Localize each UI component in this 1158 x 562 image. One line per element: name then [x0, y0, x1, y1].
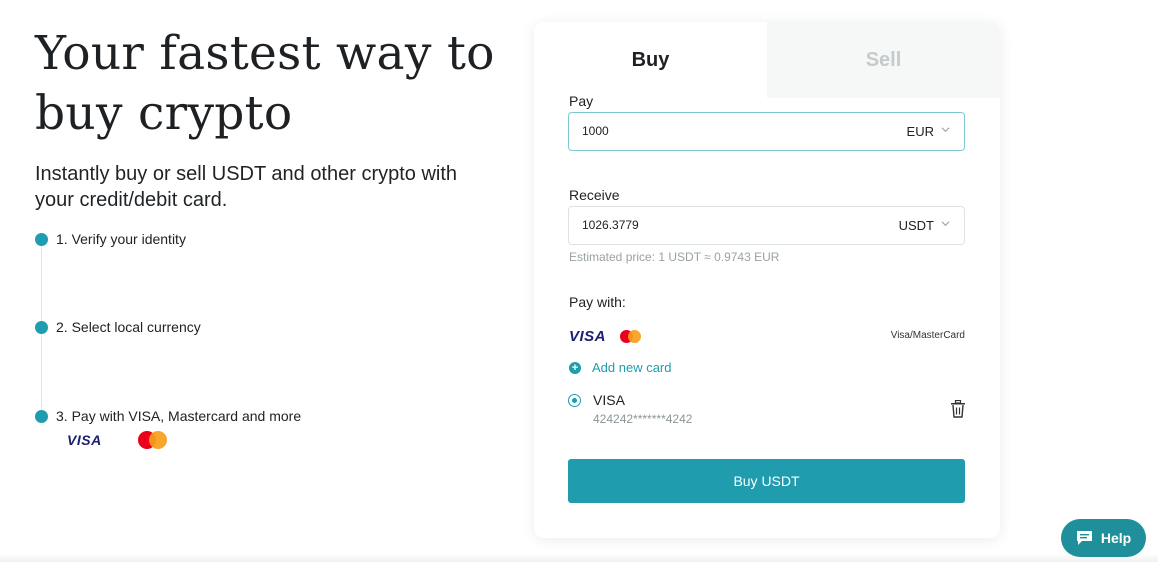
add-new-card-label[interactable]: Add new card [592, 360, 672, 375]
step-label: 1. Verify your identity [56, 231, 186, 247]
page-bottom-shadow [0, 554, 1158, 562]
receive-label: Receive [569, 187, 620, 203]
pay-with-logos: VISA [569, 328, 642, 345]
steps-list: 1. Verify your identity 2. Select local … [35, 228, 335, 458]
step-select-currency: 2. Select local currency [35, 319, 201, 335]
estimated-price: Estimated price: 1 USDT ≈ 0.9743 EUR [569, 250, 780, 264]
visa-logo: VISA [569, 328, 607, 345]
saved-card-name: VISA [593, 392, 625, 408]
trash-icon[interactable] [950, 400, 966, 418]
chevron-down-icon[interactable] [941, 219, 950, 228]
receive-amount-value[interactable]: 1026.3779 [582, 207, 639, 244]
tab-sell[interactable]: Sell [767, 22, 1000, 98]
visa-logo: VISA [67, 432, 102, 448]
step-verify-identity: 1. Verify your identity [35, 231, 186, 247]
buy-sell-tabs: Buy Sell [534, 22, 1000, 98]
pay-with-label: Pay with: [569, 294, 626, 310]
step-pay-with-card: 3. Pay with VISA, Mastercard and more [35, 408, 301, 424]
step-label: 2. Select local currency [56, 319, 201, 335]
card-radio-button[interactable] [568, 394, 581, 407]
mastercard-icon [620, 330, 642, 343]
step-dot-icon [35, 409, 48, 423]
saved-card-number: 424242*******4242 [593, 412, 693, 426]
pay-with-brand-text: Visa/MasterCard [890, 330, 965, 341]
help-button[interactable]: Help [1061, 519, 1146, 557]
pay-label: Pay [569, 93, 594, 109]
pay-amount-value[interactable]: 1000 [582, 113, 609, 150]
hero-title: Your fastest way to buy crypto [35, 26, 495, 141]
receive-amount-field[interactable]: 1026.3779 USDT [568, 206, 965, 245]
step-payment-logos: VISA [67, 431, 167, 449]
buy-usdt-button[interactable]: Buy USDT [568, 459, 965, 503]
add-new-card-link[interactable]: + Add new card [569, 360, 672, 375]
step-label: 3. Pay with VISA, Mastercard and more [56, 408, 302, 424]
step-dot-icon [35, 320, 48, 334]
hero-subtitle: Instantly buy or sell USDT and other cry… [35, 163, 458, 211]
plus-circle-icon: + [569, 361, 581, 374]
mastercard-icon [137, 431, 167, 449]
saved-card-row[interactable]: VISA 424242*******4242 [568, 391, 966, 431]
tab-buy[interactable]: Buy [534, 22, 767, 98]
pay-currency-select[interactable]: EUR [907, 113, 934, 150]
buy-sell-widget: Buy Sell Pay 1000 EUR Receive 1026.3779 … [534, 22, 1000, 538]
help-label: Help [1100, 530, 1132, 546]
pay-amount-field[interactable]: 1000 EUR [568, 112, 965, 151]
receive-currency-select[interactable]: USDT [899, 207, 934, 244]
chat-bubble-icon [1076, 531, 1092, 545]
chevron-down-icon[interactable] [941, 125, 950, 134]
step-dot-icon [35, 232, 48, 246]
